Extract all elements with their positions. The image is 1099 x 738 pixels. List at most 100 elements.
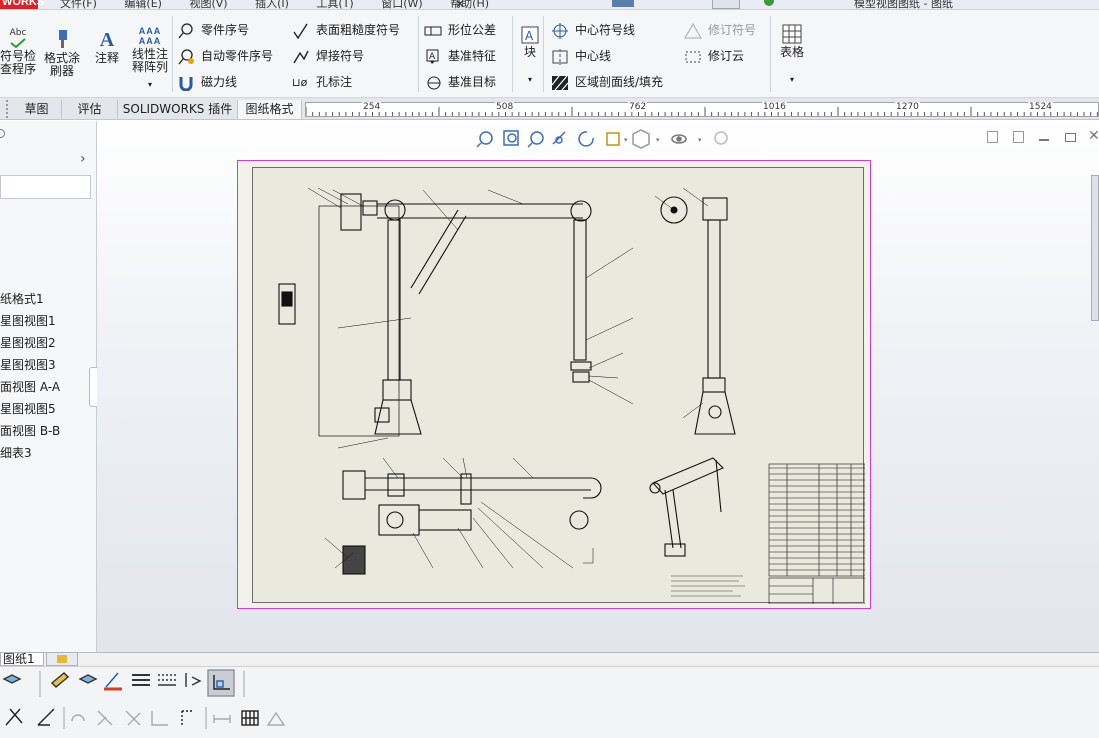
tree-item-view1[interactable]: 星图视图1 xyxy=(0,311,56,331)
sheet-tab-1[interactable]: 图纸1 xyxy=(0,652,44,666)
chevron-down-icon[interactable]: ▾ xyxy=(128,78,172,91)
revision-symbol-button[interactable]: 修订符号 xyxy=(684,19,756,41)
grip-handle[interactable] xyxy=(6,100,10,118)
chevron-down-icon[interactable]: ▾ xyxy=(776,73,808,86)
symbol-check-button[interactable]: Abc 符号检 查程序 xyxy=(0,28,36,76)
ribbon-separator xyxy=(172,16,173,92)
layer-toolbar[interactable] xyxy=(0,667,300,737)
tree-item-section-aa[interactable]: 面视图 A-A xyxy=(0,377,60,397)
heads-up-toolbar[interactable]: ▾ ▾ ▾ xyxy=(475,128,735,150)
rebuild-icon[interactable] xyxy=(764,0,774,6)
area-hatch-button[interactable]: 区域剖面线/填充 xyxy=(551,71,663,93)
bom-table xyxy=(768,463,865,577)
menu-file[interactable]: 文件(F) xyxy=(60,0,97,9)
tab-evaluate[interactable]: 评估 xyxy=(62,100,118,119)
balloon-button[interactable]: 零件序号 xyxy=(177,19,249,41)
datum-target-label: 基准目标 xyxy=(448,75,497,89)
sketch-toolbar xyxy=(5,707,286,729)
menu-tools[interactable]: 工具(T) xyxy=(316,0,353,9)
tree-item-sheet-format[interactable]: 纸格式1 xyxy=(0,289,44,309)
corner-icon xyxy=(151,711,168,726)
pin-icon[interactable] xyxy=(0,129,5,138)
side-view xyxy=(660,196,736,435)
area-hatch-label: 区域剖面线/填充 xyxy=(575,75,664,89)
centerline-label: 中心线 xyxy=(575,49,612,63)
line-pattern-icon xyxy=(158,674,176,686)
chevron-right-icon[interactable]: › xyxy=(80,151,86,167)
layer-icon xyxy=(2,674,22,684)
format-painter-icon xyxy=(59,30,67,48)
magnetic-line-button[interactable]: 磁力线 xyxy=(177,71,237,93)
add-sheet-tab[interactable] xyxy=(46,652,78,666)
tree-item-view5[interactable]: 星图视图5 xyxy=(0,399,56,419)
line-icon xyxy=(37,708,55,726)
menu-edit[interactable]: 编辑(E) xyxy=(124,0,162,9)
tree-item-view2[interactable]: 星图视图2 xyxy=(0,333,56,353)
title-block xyxy=(768,577,865,604)
tree-item-section-bb[interactable]: 面视图 B-B xyxy=(0,421,60,441)
tab-addins[interactable]: SOLIDWORKS 插件 xyxy=(118,100,238,119)
svg-text:▾: ▾ xyxy=(656,136,660,144)
arc-icon xyxy=(71,714,85,722)
ribbon-separator xyxy=(418,16,419,92)
filter-input[interactable] xyxy=(0,175,91,199)
menu-view[interactable]: 视图(V) xyxy=(189,0,227,9)
format-painter-button[interactable]: 格式涂 刷器 xyxy=(41,28,83,78)
surface-finish-button[interactable]: 表面粗糙度符号 xyxy=(292,19,400,41)
trim-icon xyxy=(97,710,113,726)
menu-bar[interactable]: 文件(F) 编辑(E) 视图(V) 插入(I) 工具(T) 窗口(W) 帮助(H… xyxy=(60,0,513,9)
tree-item-view3[interactable]: 星图视图3 xyxy=(0,355,56,375)
block-button[interactable]: A 块 ▾ xyxy=(518,26,542,86)
ruler-label: 1016 xyxy=(762,102,787,112)
restore-icon[interactable] xyxy=(1065,133,1076,142)
datum-target-button[interactable]: 基准目标 xyxy=(424,71,496,93)
geometric-tolerance-button[interactable]: 形位公差 xyxy=(424,19,496,41)
tab-sheet-format[interactable]: 图纸格式 xyxy=(238,100,302,119)
geometric-tolerance-label: 形位公差 xyxy=(448,23,497,37)
close-icon[interactable]: ✕ xyxy=(1088,128,1099,144)
chevron-down-icon[interactable]: ▾ xyxy=(518,73,542,86)
menu-window[interactable]: 窗口(W) xyxy=(381,0,422,9)
centerline-button[interactable]: 中心线 xyxy=(551,45,611,67)
format-painter-label-2: 刷器 xyxy=(49,64,74,78)
linear-note-pattern-button[interactable]: AAA AAA 线性注 释阵列 ▾ xyxy=(128,26,172,91)
ribbon-separator xyxy=(512,16,513,92)
pin-icon[interactable]: ✕ xyxy=(455,0,465,9)
revision-cloud-label: 修订云 xyxy=(708,49,745,63)
next-view-icon[interactable] xyxy=(1013,131,1024,143)
tree-item-bom[interactable]: 细表3 xyxy=(0,443,32,463)
tab-sketch[interactable]: 草图 xyxy=(12,100,62,119)
linear-note-label-2: 释阵列 xyxy=(131,60,168,74)
hatch-icon xyxy=(551,75,569,90)
drawing-sheet[interactable] xyxy=(237,160,871,609)
weld-symbol-button[interactable]: 焊接符号 xyxy=(292,45,364,67)
revision-cloud-button[interactable]: 修订云 xyxy=(684,45,744,67)
check-icon xyxy=(10,38,26,48)
revision-cloud-icon xyxy=(685,51,701,62)
revision-symbol-label: 修订符号 xyxy=(708,23,757,37)
minimize-icon[interactable] xyxy=(1039,139,1049,141)
task-pane-tabs[interactable] xyxy=(1091,175,1099,321)
balloon-icon xyxy=(178,22,193,38)
bottom-toolbars xyxy=(0,666,1099,738)
ruler-label: 254 xyxy=(362,102,382,112)
ribbon-separator xyxy=(770,16,771,92)
table-icon xyxy=(782,24,802,44)
menu-insert[interactable]: 插入(I) xyxy=(255,0,289,9)
weld-icon xyxy=(293,50,309,63)
prev-view-icon[interactable] xyxy=(987,131,998,143)
svg-text:▾: ▾ xyxy=(624,136,628,144)
annotation-button[interactable]: A 注释 xyxy=(92,30,122,65)
center-mark-button[interactable]: 中心符号线 xyxy=(551,19,635,41)
select-icon[interactable] xyxy=(712,0,740,9)
smart-dimension-icon xyxy=(5,708,23,726)
datum-feature-button[interactable]: A 基准特征 xyxy=(424,45,496,67)
ruler-label: 762 xyxy=(628,102,648,112)
datum-feature-icon: A xyxy=(426,49,439,64)
auto-balloon-button[interactable]: 自动零件序号 xyxy=(177,45,273,67)
table-button[interactable]: 表格 ▾ xyxy=(776,24,808,86)
hole-callout-button[interactable]: ⊔ø 孔标注 xyxy=(292,71,352,93)
print-icon[interactable] xyxy=(612,0,634,7)
table-label: 表格 xyxy=(779,45,804,59)
zoom-previous-icon xyxy=(527,131,544,148)
